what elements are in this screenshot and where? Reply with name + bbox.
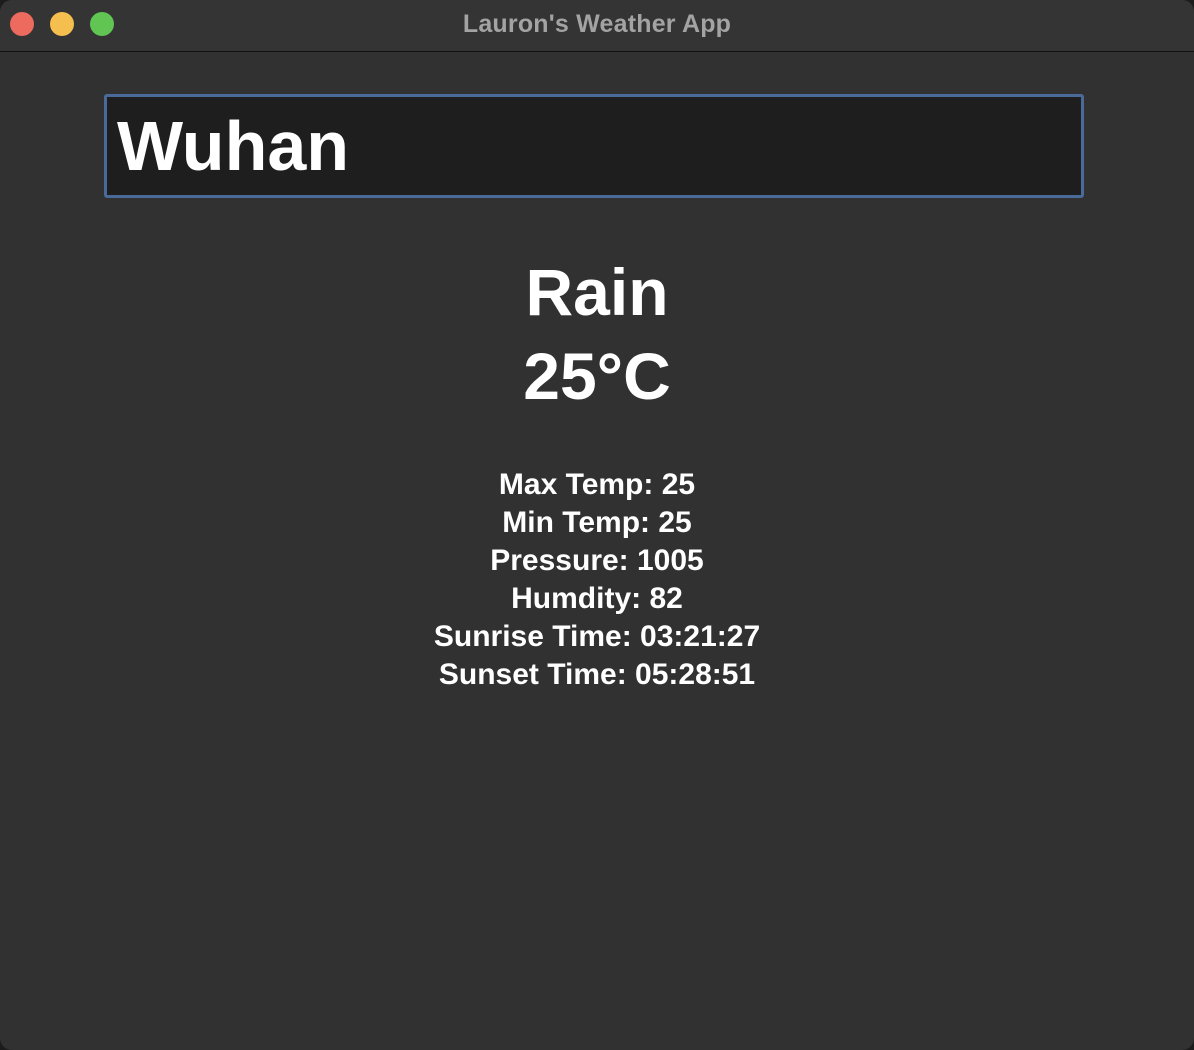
weather-details: Max Temp: 25 Min Temp: 25 Pressure: 1005… (0, 466, 1194, 694)
min-temp-label: Min Temp: 25 (502, 506, 692, 539)
sunset-time-label: Sunset Time: 05:28:51 (438, 658, 756, 691)
window-title: Lauron's Weather App (462, 10, 732, 38)
sunrise-time-label: Sunrise Time: 03:21:27 (433, 620, 761, 653)
city-search-input[interactable] (104, 94, 1084, 198)
weather-condition: Rain (525, 255, 669, 329)
humidity-label: Humdity: 82 (511, 582, 683, 615)
pressure-label: Pressure: 1005 (490, 544, 704, 577)
max-temp-label: Max Temp: 25 (498, 468, 696, 501)
app-window: Lauron's Weather App Rain 25°C Max Temp:… (0, 0, 1194, 1050)
current-temperature: 25°C (523, 339, 671, 413)
title-bar[interactable]: Lauron's Weather App (0, 0, 1194, 52)
